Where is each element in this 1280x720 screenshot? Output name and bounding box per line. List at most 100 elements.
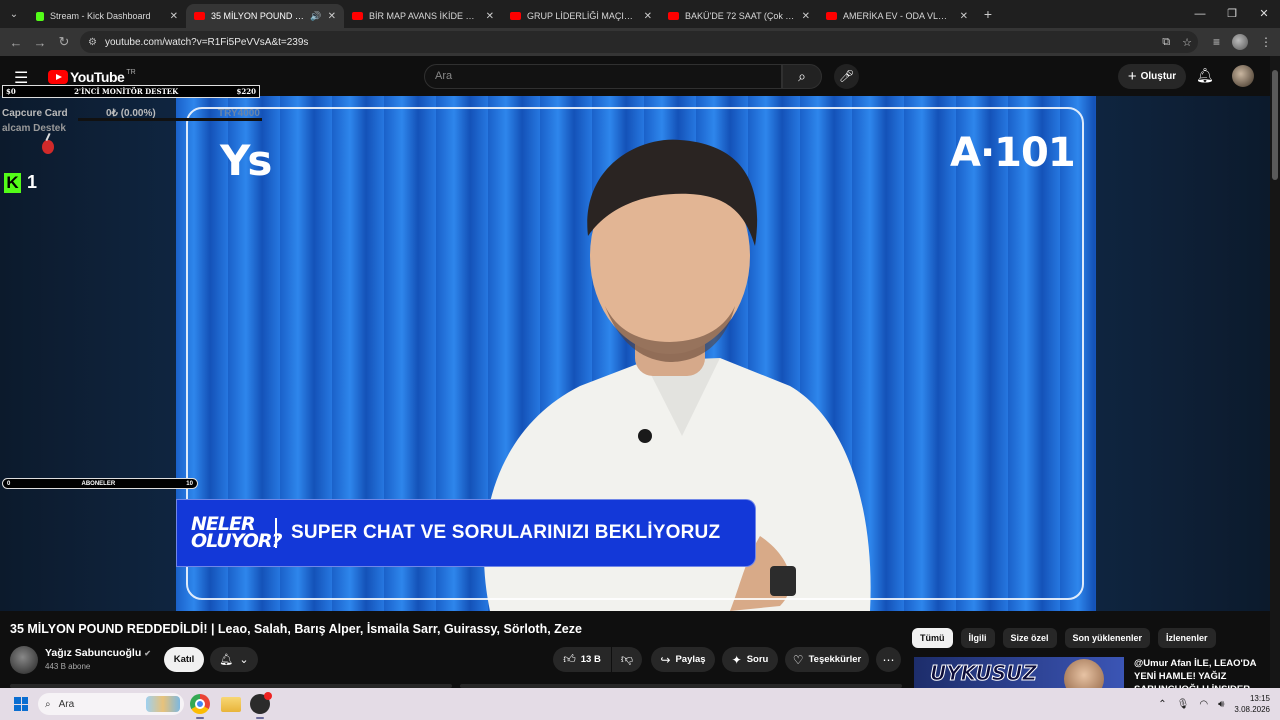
media-controls-icon[interactable]: ≡ [1213,35,1220,49]
video-player[interactable]: Ys A·101 NELER OLUYOR? SUPER CHAT VE SOR… [0,96,1270,611]
like-button[interactable]: 👍︎ 13 B [553,647,611,672]
youtube-icon [668,12,679,20]
kick-viewer-counter: K 1 [4,172,37,193]
clock-date: 3.08.2026 [1234,705,1270,714]
notifications-bell-icon[interactable]: 🔔︎ [1196,67,1214,84]
ask-button[interactable]: ✦ Soru [722,647,778,672]
back-icon[interactable]: ← [4,35,28,50]
youtube-logo[interactable]: YouTube TR [48,69,136,85]
search-icon[interactable]: ⌕ [782,64,822,89]
wifi-icon[interactable]: ◠ [1199,699,1208,710]
subs-title: ABONELER [81,480,116,487]
tab-video-5[interactable]: AMERİKA EV - ODA VLOGU! - YouTube ✕ [818,4,976,28]
search-input[interactable]: Ara [424,64,782,89]
youtube-play-icon [48,70,68,84]
subscribed-bell-button[interactable]: 🔔︎ ⌄ [210,647,258,672]
chrome-icon[interactable] [190,694,210,714]
tab-kick-dashboard[interactable]: Stream - Kick Dashboard ✕ [28,4,186,28]
clock[interactable]: 13:15 3.08.2026 [1234,693,1270,715]
microphone-icon[interactable]: 🎤︎ [834,64,859,89]
clock-time: 13:15 [1249,694,1270,703]
sparkle-icon: ✦ [731,652,742,667]
search-icon: ⌕ [45,698,51,710]
youtube-icon [352,12,363,20]
bookmark-star-icon[interactable]: ☆ [1182,36,1192,49]
tab-search-icon[interactable]: ⌄ [0,0,28,28]
taskbar-search-box[interactable]: ⌕ Ara [38,693,184,715]
close-tab-icon[interactable]: ✕ [170,11,178,22]
restore-icon[interactable]: ❐ [1216,0,1248,28]
install-app-icon[interactable]: ⧉ [1162,36,1170,49]
tab-video-2[interactable]: BİR MAP AVANS İKİDE BİTER | BBL ✕ [344,4,502,28]
channel-name-text: Yağız Sabuncuoğlu [45,647,142,659]
speaker-icon[interactable]: 🔊 [310,11,321,22]
dollar-heart-icon: ♡ [792,652,804,667]
url-text: youtube.com/watch?v=R1Fi5PeVVsA&t=239s [104,36,309,48]
close-tab-icon[interactable]: ✕ [644,11,652,22]
file-explorer-icon[interactable] [221,697,241,712]
chip-for-you[interactable]: Size özel [1002,628,1057,648]
kick-logo-icon: K [4,172,21,193]
chip-related[interactable]: İlgili [960,628,995,648]
tab-current-video[interactable]: 35 MİLYON POUND REDDEDİLDİ! | Leao 🔊 ✕ [186,4,344,28]
recommended-video-title[interactable]: @Umur Afan İLE, LEAO'DA YENİ HAMLE! YAĞI… [1134,657,1274,688]
logo-text: YouTube [70,69,125,85]
page-scrollbar[interactable] [1270,56,1280,688]
share-icon: ↪ [660,652,671,667]
tab-video-4[interactable]: BAKÜ'DE 72 SAAT (Çok Yahşi Gü ✕ [660,4,818,28]
browser-menu-icon[interactable]: ⋮ [1260,35,1272,49]
forward-icon[interactable]: → [28,35,52,50]
microphone-tray-icon[interactable]: 🎙︎ [1177,699,1190,710]
chip-recently-uploaded[interactable]: Son yüklenenler [1064,628,1151,648]
new-tab-button[interactable]: + [976,6,1000,22]
viewer-count: 1 [27,172,38,192]
thanks-button[interactable]: ♡ Teşekkürler [785,647,869,672]
goal-title: 2'İNCİ MONİTÖR DESTEK [74,87,179,96]
thumbnail-text: UYKUSUZ [930,661,1038,686]
tab-title: Stream - Kick Dashboard [50,11,151,21]
chevron-up-icon[interactable]: ⌃ [1158,699,1166,710]
obs-icon[interactable] [250,692,272,714]
subs-min: 0 [7,480,11,487]
recommended-video-thumbnail[interactable]: UYKUSUZ [914,657,1124,688]
close-tab-icon[interactable]: ✕ [328,11,336,22]
windows-taskbar: ⌕ Ara ⌃ 🎙︎ ◠ 🔊︎ 13:15 3.08.2026 [0,688,1280,720]
extra-goal-label: alcam Destek [2,123,66,134]
tab-title: AMERİKA EV - ODA VLOGU! - YouTube [843,11,954,21]
join-button[interactable]: Katıl [164,647,204,672]
tab-video-3[interactable]: GRUP LİDERLİĞİ MAÇIMIZ | BBL ✕ [502,4,660,28]
channel-name[interactable]: Yağız Sabuncuoğlu ✔ [45,647,151,659]
tomato-icon [42,140,54,154]
url-field[interactable]: ⚙ youtube.com/watch?v=R1Fi5PeVVsA&t=239s… [80,31,1198,53]
more-actions-button[interactable]: ⋯ [876,647,901,672]
thumbs-down-icon: 👎︎ [620,652,634,666]
thanks-label: Teşekkürler [808,654,862,665]
chip-watched[interactable]: İzlenenler [1158,628,1216,648]
taskbar-search-placeholder: Ara [58,698,75,710]
volume-icon[interactable]: 🔊︎ [1218,699,1224,710]
capture-card-goal: Capcure Card 0₺ (0.00%) TRY4000 [2,106,262,122]
window-controls: — ❐ ✕ [1184,0,1280,28]
close-tab-icon[interactable]: ✕ [486,11,494,22]
minimize-icon[interactable]: — [1184,0,1216,28]
create-button[interactable]: + Oluştur [1118,64,1186,89]
site-info-icon[interactable]: ⚙ [88,37,97,48]
close-window-icon[interactable]: ✕ [1248,0,1280,28]
close-tab-icon[interactable]: ✕ [802,11,810,22]
profile-avatar[interactable] [1232,34,1248,50]
close-tab-icon[interactable]: ✕ [960,11,968,22]
channel-avatar[interactable] [10,646,38,674]
youtube-icon [510,12,521,20]
windows-start-icon[interactable] [14,697,28,711]
tab-title: BİR MAP AVANS İKİDE BİTER | BBL [369,11,480,21]
share-button[interactable]: ↪ Paylaş [651,647,715,672]
account-avatar[interactable] [1232,65,1254,87]
scrollbar-thumb[interactable] [1272,70,1278,180]
chip-all[interactable]: Tümü [912,628,953,648]
subscriber-goal-bar: 0 ABONELER 10 [2,478,198,489]
like-count: 13 B [580,654,601,665]
reload-icon[interactable]: ↻ [52,34,76,50]
capture-goal-target: TRY4000 [218,108,260,119]
dislike-button[interactable]: 👎︎ [612,647,642,672]
system-tray: ⌃ 🎙︎ ◠ 🔊︎ 13:15 3.08.2026 [1158,688,1270,720]
